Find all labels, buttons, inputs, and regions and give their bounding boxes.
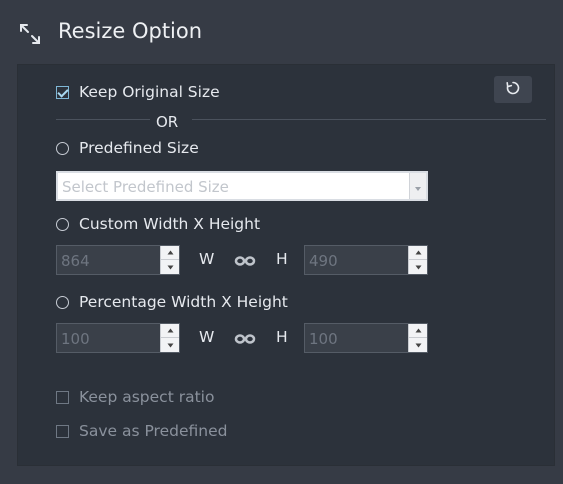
- predefined-size-placeholder: Select Predefined Size: [62, 178, 229, 196]
- link-icon[interactable]: [234, 331, 256, 345]
- width-label: W: [199, 250, 215, 268]
- or-divider-left: [56, 119, 150, 120]
- dropdown-button[interactable]: [409, 173, 426, 199]
- keep-original-size-label: Keep Original Size: [79, 83, 220, 101]
- percent-width-increment[interactable]: [161, 324, 179, 338]
- percent-height-spin-buttons: [408, 324, 427, 352]
- chevron-down-icon: [414, 177, 422, 196]
- custom-width-decrement[interactable]: [161, 260, 179, 274]
- keep-original-size-checkbox[interactable]: [56, 85, 69, 99]
- custom-height-spin-buttons: [408, 246, 427, 274]
- custom-height-increment[interactable]: [409, 246, 427, 260]
- predefined-size-option[interactable]: Predefined Size: [56, 139, 199, 157]
- chevron-down-icon: [415, 265, 421, 269]
- refresh-icon: [505, 80, 521, 100]
- section-title: Resize Option: [58, 19, 203, 43]
- resize-options-panel: Keep Original Size OR Predefined Size Se…: [17, 64, 555, 466]
- predefined-size-label: Predefined Size: [79, 139, 199, 157]
- chevron-up-icon: [167, 250, 173, 255]
- percentage-size-label: Percentage Width X Height: [79, 293, 288, 311]
- keep-aspect-ratio-label: Keep aspect ratio: [79, 388, 215, 406]
- custom-width-spin-buttons: [160, 246, 179, 274]
- save-as-predefined-label: Save as Predefined: [79, 422, 228, 440]
- chevron-down-icon: [167, 343, 173, 347]
- percent-height-value: 100: [309, 330, 338, 348]
- custom-height-stepper[interactable]: 490: [304, 245, 428, 275]
- percent-width-spin-buttons: [160, 324, 179, 352]
- header: Resize Option: [0, 0, 563, 64]
- link-icon[interactable]: [234, 253, 256, 267]
- custom-height-value: 490: [309, 252, 338, 270]
- percent-height-label: H: [276, 328, 288, 346]
- custom-size-option[interactable]: Custom Width X Height: [56, 215, 260, 233]
- percentage-size-radio[interactable]: [56, 295, 69, 309]
- percent-height-increment[interactable]: [409, 324, 427, 338]
- predefined-size-radio[interactable]: [56, 141, 69, 155]
- save-as-predefined-checkbox[interactable]: [56, 424, 69, 438]
- custom-width-value: 864: [61, 252, 90, 270]
- keep-original-size-option[interactable]: Keep Original Size: [56, 83, 220, 101]
- percent-height-decrement[interactable]: [409, 338, 427, 352]
- resize-arrows-icon: [18, 22, 42, 46]
- chevron-down-icon: [167, 265, 173, 269]
- percent-width-stepper[interactable]: 100: [56, 323, 180, 353]
- percent-width-decrement[interactable]: [161, 338, 179, 352]
- custom-size-label: Custom Width X Height: [79, 215, 261, 233]
- custom-width-stepper[interactable]: 864: [56, 245, 180, 275]
- chevron-down-icon: [415, 343, 421, 347]
- keep-aspect-ratio-option[interactable]: Keep aspect ratio: [56, 388, 214, 406]
- percent-height-stepper[interactable]: 100: [304, 323, 428, 353]
- percent-width-value: 100: [61, 330, 90, 348]
- or-label: OR: [156, 113, 179, 131]
- chevron-up-icon: [415, 250, 421, 255]
- reset-button[interactable]: [494, 76, 532, 103]
- custom-width-increment[interactable]: [161, 246, 179, 260]
- chevron-up-icon: [415, 328, 421, 333]
- percent-width-label: W: [199, 328, 215, 346]
- custom-height-decrement[interactable]: [409, 260, 427, 274]
- keep-aspect-ratio-checkbox[interactable]: [56, 390, 69, 404]
- chevron-up-icon: [167, 328, 173, 333]
- or-divider-right: [192, 119, 546, 120]
- height-label: H: [276, 250, 288, 268]
- predefined-size-select[interactable]: Select Predefined Size: [56, 171, 428, 201]
- custom-size-radio[interactable]: [56, 217, 69, 231]
- save-as-predefined-option[interactable]: Save as Predefined: [56, 422, 227, 440]
- percentage-size-option[interactable]: Percentage Width X Height: [56, 293, 288, 311]
